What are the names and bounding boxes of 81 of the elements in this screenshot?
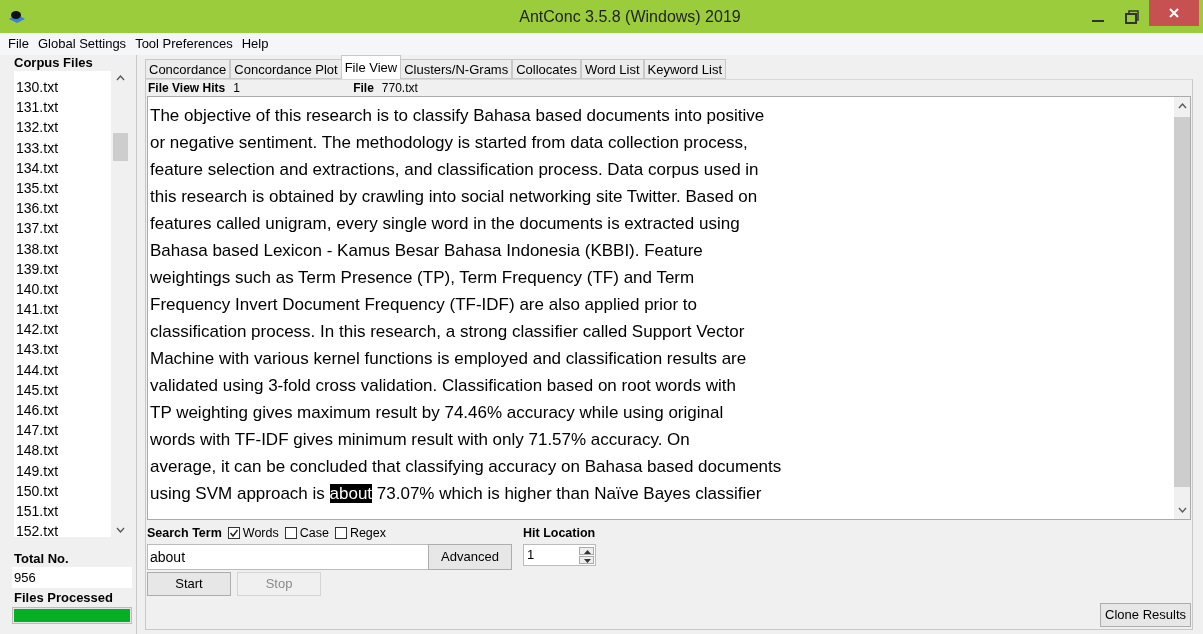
file-label: File	[353, 80, 374, 97]
file-list-item[interactable]: 138.txt	[14, 238, 112, 259]
file-list-item[interactable]: 131.txt	[14, 97, 112, 118]
minimize-icon	[1092, 19, 1104, 22]
text-line: weightings such as Term Presence (TP), Term Frequency (TF) and Term	[150, 267, 696, 289]
menu-item[interactable]: Help	[241, 34, 269, 54]
text-line: The objective of this research is to classify Bahasa based documents into positive	[150, 105, 766, 127]
search-term-label: Search Term	[147, 524, 222, 542]
file-list-item[interactable]: 145.txt	[14, 379, 112, 400]
hits-value: 1	[232, 80, 241, 97]
hit-location-label: Hit Location	[523, 525, 596, 542]
file-list-item[interactable]: 141.txt	[14, 299, 112, 320]
file-list-item[interactable]: 140.txt	[14, 278, 112, 300]
tab[interactable]: Collocates	[512, 59, 581, 79]
menu-item[interactable]: Global Settings	[37, 34, 127, 54]
text-line: validated using 3-fold cross validation. Classification based on root words with	[150, 375, 737, 397]
file-list-item[interactable]: 136.txt	[14, 198, 112, 219]
file-list-item[interactable]: 130.txt	[14, 77, 112, 98]
file-list-item[interactable]: 146.txt	[14, 400, 112, 421]
close-button[interactable]	[1149, 0, 1199, 26]
file-list-item[interactable]: 144.txt	[14, 359, 112, 380]
text-line: classification process. In this research, a strong classifier called Support Vector	[150, 321, 746, 343]
text-line: feature selection and extractions, and classification process. Data corpus used in	[150, 159, 760, 181]
spin-down-icon[interactable]	[579, 555, 594, 564]
file-list-item[interactable]: 151.txt	[14, 500, 112, 522]
text-line: using SVM approach is about 73.07% which is higher than Naïve Bayes classifier	[150, 483, 763, 505]
scroll-up-icon[interactable]	[1177, 103, 1187, 109]
scroll-up-icon[interactable]	[116, 75, 126, 81]
file-list-item[interactable]: 150.txt	[14, 480, 112, 501]
checkbox[interactable]: Words	[227, 523, 279, 543]
total-field: 956	[12, 567, 132, 588]
file-list-item[interactable]: 137.txt	[14, 218, 112, 239]
text-line: this research is obtained by crawling into social networking site Twitter. Based on	[150, 186, 759, 208]
menu-item[interactable]: File	[8, 34, 29, 54]
restore-icon	[1125, 9, 1139, 24]
window-title: AntConc 3.5.8 (Windows) 2019	[518, 6, 742, 27]
file-list-item[interactable]: 148.txt	[14, 440, 112, 461]
corpus-files-label: Corpus Files	[14, 55, 94, 71]
tab[interactable]: Clusters/N-Grams	[400, 59, 513, 79]
file-list-item[interactable]: 152.txt	[14, 521, 112, 537]
file-list-item[interactable]: 132.txt	[14, 117, 112, 138]
clone-results-button[interactable]: Clone Results	[1100, 603, 1191, 627]
scrollbar-thumb[interactable]	[113, 133, 129, 161]
file-list-item[interactable]: 142.txt	[14, 319, 112, 340]
text-line: average, it can be concluded that classifying accuracy on Bahasa based documents	[150, 456, 783, 478]
total-label: Total No.	[14, 551, 70, 567]
text-line: words with TF-IDF gives minimum result with only 71.57% accuracy. On	[150, 429, 691, 451]
text-line: Bahasa based Lexicon - Kamus Besar Bahasa Indonesia (KBBI). Feature	[150, 240, 704, 262]
tab[interactable]: File View	[340, 55, 402, 79]
file-list-item[interactable]: 143.txt	[14, 339, 112, 360]
close-icon	[1168, 7, 1180, 19]
checkbox[interactable]: Regex	[334, 523, 387, 543]
file-list-item[interactable]: 133.txt	[14, 137, 112, 158]
text-line: Frequency Invert Document Frequency (TF-IDF) are also applied prior to	[150, 294, 699, 316]
files-processed-label: Files Processed	[14, 590, 114, 606]
file-list-item[interactable]: 134.txt	[14, 157, 112, 178]
hits-label: File View Hits	[148, 80, 226, 97]
advanced-button[interactable]: Advanced	[428, 544, 512, 570]
tab[interactable]: Concordance	[145, 59, 231, 79]
tab[interactable]: Keyword List	[643, 59, 726, 79]
file-list-item[interactable]: 139.txt	[14, 258, 112, 279]
file-list-item[interactable]: 147.txt	[14, 420, 112, 441]
hit-location-spinner[interactable]: 1	[523, 544, 596, 566]
scroll-down-icon[interactable]	[116, 527, 126, 533]
scroll-down-icon[interactable]	[1177, 507, 1187, 513]
search-field[interactable]: about	[147, 544, 429, 570]
menu-item[interactable]: Tool Preferences	[135, 34, 233, 54]
spin-up-icon[interactable]	[579, 546, 594, 555]
text-line: Machine with various kernel functions is employed and classification results are	[150, 348, 748, 370]
file-list-item[interactable]: 149.txt	[14, 460, 112, 481]
tab[interactable]: Word List	[580, 59, 644, 79]
text-line: or negative sentiment. The methodology is started from data collection process,	[150, 132, 749, 154]
checkmark-icon	[228, 528, 239, 538]
app-icon	[8, 9, 26, 24]
file-value: 770.txt	[380, 80, 418, 97]
checkbox[interactable]: Case	[284, 523, 329, 543]
tab[interactable]: Concordance Plot	[230, 59, 342, 79]
action-button[interactable]: Start	[147, 572, 231, 596]
text-line: TP weighting gives maximum result by 74.46% accuracy while using original	[150, 402, 725, 424]
text-line: features called unigram, every single word in the documents is extracted using	[150, 213, 741, 235]
file-list-item[interactable]: 135.txt	[14, 177, 112, 199]
